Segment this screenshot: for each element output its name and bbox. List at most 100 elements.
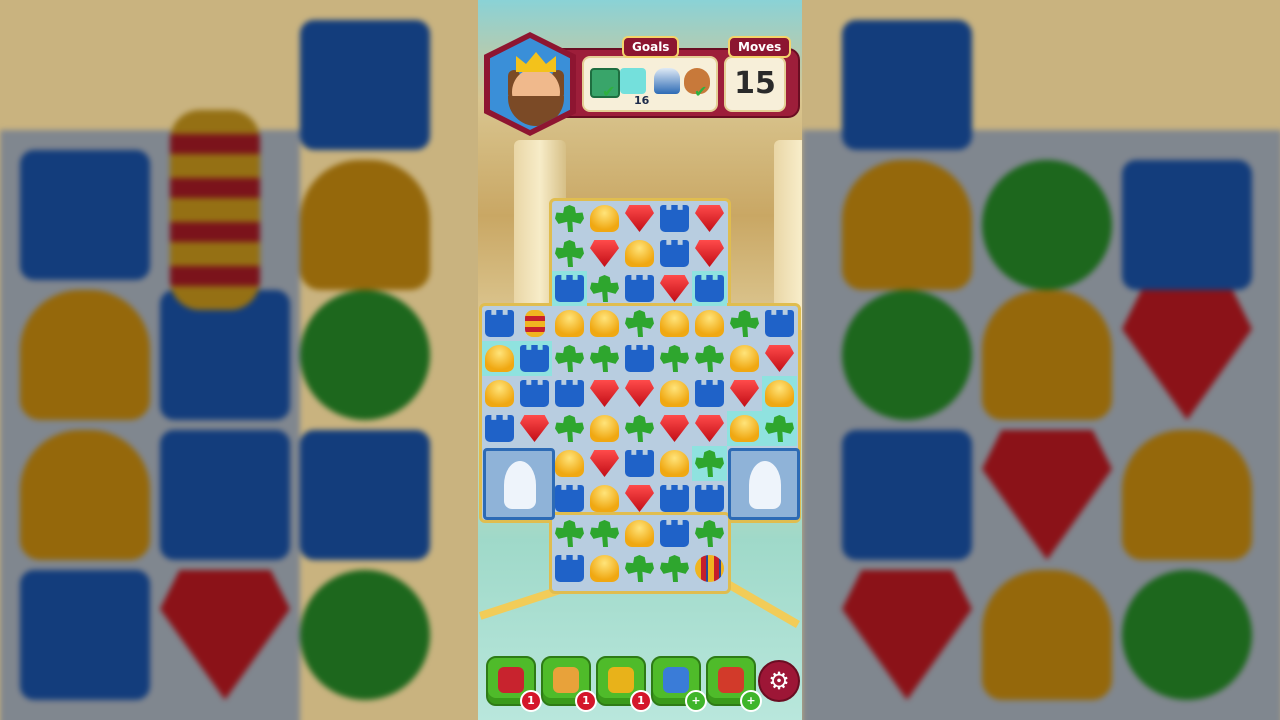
board-cell[interactable] — [657, 201, 692, 236]
board-cell[interactable] — [692, 236, 727, 271]
tower-piece — [695, 275, 724, 302]
board-cell[interactable] — [587, 411, 622, 446]
board-cell[interactable] — [482, 306, 517, 341]
board-cell[interactable] — [657, 446, 692, 481]
board-cell[interactable] — [587, 446, 622, 481]
board-cell[interactable] — [482, 376, 517, 411]
red-gem-piece — [520, 415, 549, 442]
board-cell[interactable] — [587, 271, 622, 306]
board-cell[interactable] — [622, 551, 657, 586]
booster-count-badge: + — [740, 690, 762, 712]
board-cell[interactable] — [692, 341, 727, 376]
board-cell[interactable] — [692, 481, 727, 516]
board-cell[interactable] — [482, 411, 517, 446]
game-view: ✔ 16 ✔ Goals 15 Moves — [478, 0, 802, 720]
gear-icon[interactable]: ⚙ — [758, 660, 800, 702]
board-cell[interactable] — [692, 446, 727, 481]
tower-piece — [555, 380, 584, 407]
board-cell[interactable] — [657, 271, 692, 306]
board-cell[interactable] — [762, 341, 797, 376]
helmet-piece — [485, 380, 514, 407]
board-cell[interactable] — [692, 516, 727, 551]
board-cell[interactable] — [552, 201, 587, 236]
board-cell[interactable] — [727, 341, 762, 376]
helmet-piece — [765, 380, 794, 407]
board-cell[interactable] — [622, 341, 657, 376]
tower-piece — [660, 520, 689, 547]
board-cell[interactable] — [692, 271, 727, 306]
board-cell[interactable] — [657, 481, 692, 516]
board-cell[interactable] — [552, 551, 587, 586]
statue-obstacle — [483, 448, 555, 520]
board-cell[interactable] — [587, 551, 622, 586]
board-cell[interactable] — [517, 306, 552, 341]
board-cell[interactable] — [552, 236, 587, 271]
board-cell[interactable] — [657, 411, 692, 446]
board-cell[interactable] — [657, 341, 692, 376]
board-cell[interactable] — [622, 236, 657, 271]
board-cell[interactable] — [622, 516, 657, 551]
board-cell[interactable] — [552, 481, 587, 516]
red-gem-piece — [625, 485, 654, 512]
mailbox-booster-button[interactable]: 1 — [486, 656, 542, 712]
board-cell[interactable] — [552, 306, 587, 341]
tower-piece — [660, 205, 689, 232]
board-cell[interactable] — [552, 516, 587, 551]
board-cell[interactable] — [622, 411, 657, 446]
board-cell[interactable] — [587, 306, 622, 341]
board-cell[interactable] — [552, 411, 587, 446]
board-cell[interactable] — [657, 551, 692, 586]
board-cell[interactable] — [482, 341, 517, 376]
hand-punch-booster-button[interactable]: 1 — [541, 656, 597, 712]
cannon-booster-button[interactable]: 1 — [596, 656, 652, 712]
board-cell[interactable] — [622, 446, 657, 481]
board-cell[interactable] — [692, 306, 727, 341]
booster-count-badge: 1 — [575, 690, 597, 712]
clover-piece — [555, 240, 584, 267]
helmet-piece — [590, 310, 619, 337]
clover-piece — [590, 275, 619, 302]
board-cell[interactable] — [727, 411, 762, 446]
clover-piece — [660, 555, 689, 582]
board-cell[interactable] — [692, 376, 727, 411]
board-cell[interactable] — [552, 376, 587, 411]
wizard-hat-booster-button[interactable]: + — [651, 656, 707, 712]
board-cell[interactable] — [587, 376, 622, 411]
board-cell[interactable] — [692, 201, 727, 236]
board-cell[interactable] — [657, 236, 692, 271]
clover-piece — [660, 345, 689, 372]
board-cell[interactable] — [622, 481, 657, 516]
board-cell[interactable] — [622, 201, 657, 236]
board-cell[interactable] — [552, 446, 587, 481]
board-cell[interactable] — [552, 341, 587, 376]
board-cell[interactable] — [622, 271, 657, 306]
board-cell[interactable] — [552, 271, 587, 306]
board-cell[interactable] — [657, 516, 692, 551]
board-cell[interactable] — [692, 551, 727, 586]
board-cell[interactable] — [657, 306, 692, 341]
board-cell[interactable] — [517, 341, 552, 376]
board-cell[interactable] — [517, 411, 552, 446]
board-cell[interactable] — [762, 306, 797, 341]
board-cell[interactable] — [622, 306, 657, 341]
board-cell[interactable] — [727, 306, 762, 341]
board-cell[interactable] — [692, 411, 727, 446]
board-cell[interactable] — [587, 236, 622, 271]
board-cell[interactable] — [587, 516, 622, 551]
board-cell[interactable] — [762, 376, 797, 411]
board-cell[interactable] — [587, 481, 622, 516]
moves-counter: 15 — [724, 56, 786, 112]
firework-booster-button[interactable]: + — [706, 656, 762, 712]
board-cell[interactable] — [587, 201, 622, 236]
board-cell[interactable] — [762, 411, 797, 446]
board-cell[interactable] — [517, 376, 552, 411]
board-cell[interactable] — [727, 376, 762, 411]
board-cell[interactable] — [587, 341, 622, 376]
red-gem-piece — [730, 380, 759, 407]
board-cell[interactable] — [657, 376, 692, 411]
board-cell[interactable] — [622, 376, 657, 411]
clover-piece — [695, 345, 724, 372]
pillar-right — [774, 140, 802, 330]
helmet-piece — [555, 310, 584, 337]
tower-piece — [695, 380, 724, 407]
